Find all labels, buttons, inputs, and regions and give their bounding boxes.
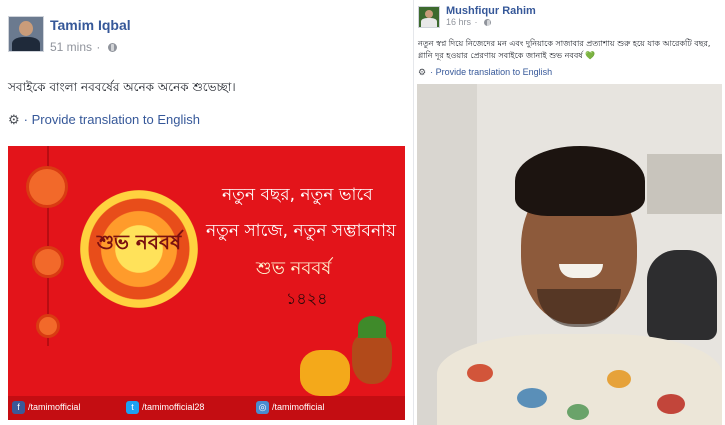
translate-label: Provide translation to English (31, 112, 200, 127)
author-name[interactable]: Tamim Iqbal (50, 17, 131, 33)
translate-link[interactable]: ⚙ · Provide translation to English (8, 112, 200, 128)
person-hair (515, 146, 645, 216)
social-twitter: t/tamimofficial28 (126, 401, 204, 414)
post-time[interactable]: 51 mins · (50, 40, 117, 54)
post-time-label: 51 mins (50, 40, 93, 54)
banner-line-2: নতুন সাজে, নতুন সম্ভাবনায় (206, 221, 397, 241)
banner-line-3: শুভ নববর্ষ (256, 258, 332, 279)
social-instagram: ◎/tamimofficial (256, 401, 324, 414)
translate-label: Provide translation to English (435, 67, 553, 77)
post-status-text: নতুন স্বপ্ন দিয়ে নিজেদের মন এবং দুনিয়া… (418, 39, 711, 60)
instagram-icon: ◎ (256, 401, 269, 414)
avatar[interactable] (418, 6, 440, 28)
post-status-text: সবাইকে বাংলা নববর্ষের অনেক অনেক শুভেচ্ছা… (8, 80, 236, 94)
post-time-label: 16 hrs (446, 17, 472, 27)
banner-footer: f/tamimofficial t/tamimofficial28 ◎/tami… (8, 396, 405, 420)
globe-icon (107, 43, 117, 52)
new-year-banner[interactable]: শুভ নববর্ষ নতুন বছর, নতুন ভাবে নতুন সাজে… (8, 146, 405, 420)
gear-icon: ⚙ (418, 67, 427, 77)
post-tamim-iqbal: Tamim Iqbal 51 mins · সবাইকে বাংলা নববর্… (0, 0, 413, 425)
social-facebook: f/tamimofficial (12, 401, 80, 414)
pot-illustration (352, 334, 392, 384)
post-time[interactable]: 16 hrs · (446, 17, 492, 27)
person-shirt (437, 334, 722, 425)
twitter-icon: t (126, 401, 139, 414)
tiger-illustration (300, 350, 350, 396)
post-mushfiqur-rahim: Mushfiqur Rahim 16 hrs · নতুন স্বপ্ন দিয… (413, 0, 725, 425)
gear-icon: ⚙ (8, 112, 20, 127)
car-headrest (647, 250, 717, 340)
avatar[interactable] (8, 16, 44, 52)
hanging-decoration (18, 146, 78, 386)
person-beard (537, 289, 621, 327)
selfie-photo[interactable] (417, 84, 722, 425)
banner-line-1: নতুন বছর, নতুন ভাবে (222, 185, 373, 205)
globe-icon (484, 19, 492, 27)
leaf-decoration (358, 316, 386, 338)
author-name[interactable]: Mushfiqur Rahim (446, 5, 536, 17)
banner-year: ১৪২৪ (286, 289, 328, 308)
rear-window (647, 154, 722, 214)
logo-text: শুভ নববর্ষ (96, 230, 182, 254)
facebook-icon: f (12, 401, 25, 414)
translate-link[interactable]: ⚙ · Provide translation to English (418, 67, 552, 78)
